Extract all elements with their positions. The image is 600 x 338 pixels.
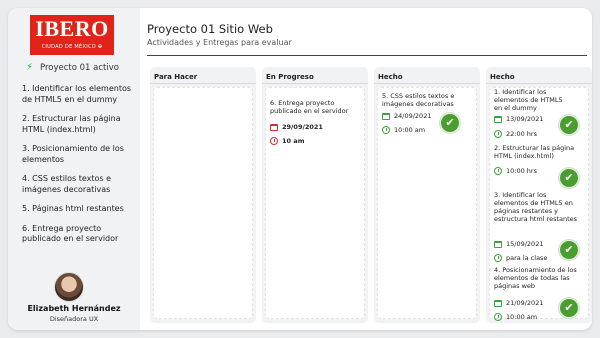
task-time-value: 10:00 hrs <box>506 167 537 175</box>
task-title[interactable]: 1. Identificar los elementos de HTML5 en… <box>494 88 564 112</box>
column-en-progreso: En Progreso 6. Entrega proyecto publicad… <box>262 67 368 323</box>
task-time: 10:00 am <box>382 126 425 134</box>
sidebar: IBERO CIUDAD DE MÉXICO ✠ ⚡ Proyecto 01 ac… <box>8 8 140 330</box>
column-title: Hecho <box>378 73 403 81</box>
app-window: IBERO CIUDAD DE MÉXICO ✠ ⚡ Proyecto 01 ac… <box>8 8 592 330</box>
task-date: 24/09/2021 <box>382 112 431 120</box>
clock-icon <box>494 130 502 138</box>
check-circle-icon[interactable]: ✔ <box>559 240 579 260</box>
calendar-icon <box>494 299 502 307</box>
task-date-value: 21/09/2021 <box>506 299 544 307</box>
task-date: 15/09/2021 <box>494 240 543 248</box>
empty-drop-zone[interactable] <box>153 87 253 319</box>
column-para-hacer: Para Hacer <box>150 67 256 323</box>
task-title: 6. Entrega proyecto publicado en el serv… <box>270 99 349 115</box>
sidebar-item-2[interactable]: 2. Estructurar las página HTML (index.ht… <box>22 114 138 135</box>
task-time: 10 am <box>270 137 304 145</box>
clock-icon <box>494 254 502 262</box>
bolt-icon: ⚡ <box>26 62 34 73</box>
task-date-value: 29/09/2021 <box>282 123 323 131</box>
calendar-icon <box>494 115 502 123</box>
sidebar-item-6[interactable]: 6. Entrega proyecto publicado en el serv… <box>22 224 138 245</box>
task-card[interactable]: 6. Entrega proyecto publicado en el serv… <box>265 87 365 319</box>
page-subtitle: Actividades y Entregas para evaluar <box>147 38 292 47</box>
active-project-label: Proyecto 01 activo <box>40 63 119 73</box>
header-divider <box>147 55 587 56</box>
page-title: Proyecto 01 Sitio Web <box>147 22 273 36</box>
task-list: 1. Identificar los elementos de HTML5 en… <box>489 87 589 321</box>
user-role: Diseñadora UX <box>49 315 99 323</box>
column-hecho: Hecho 5. CSS estilos textos e imágenes d… <box>374 67 480 323</box>
column-divider <box>486 83 592 84</box>
column-title: Hecho <box>490 73 515 81</box>
sidebar-item-3[interactable]: 3. Posicionamiento de los elementos <box>22 144 138 165</box>
sidebar-nav: 1. Identificar los elementos de HTML5 en… <box>22 84 138 254</box>
task-date: 13/09/2021 <box>494 115 543 123</box>
task-date-value: 24/09/2021 <box>394 112 432 120</box>
task-time: para la clase <box>494 254 547 262</box>
active-project[interactable]: ⚡ Proyecto 01 activo <box>26 62 119 73</box>
clock-icon <box>382 126 390 134</box>
task-time-value: 10:00 am <box>394 126 426 134</box>
calendar-icon <box>382 112 390 120</box>
task-time: 10:00 hrs <box>494 167 537 175</box>
sidebar-item-5[interactable]: 5. Páginas html restantes <box>22 204 138 215</box>
check-circle-icon[interactable]: ✔ <box>440 113 460 133</box>
sidebar-item-4[interactable]: 4. CSS estilos textos e imágenes decorat… <box>22 174 138 195</box>
logo-subtext: CIUDAD DE MÉXICO ✠ <box>41 44 103 50</box>
calendar-icon <box>494 240 502 248</box>
main-area: Proyecto 01 Sitio Web Actividades y Entr… <box>140 8 592 330</box>
task-time: 10:00 am <box>494 313 537 321</box>
sidebar-item-1[interactable]: 1. Identificar los elementos de HTML5 en… <box>22 84 138 105</box>
task-time-value: 10:00 am <box>506 313 538 321</box>
clock-icon <box>494 167 502 175</box>
task-time-value: 22:00 hrs <box>506 130 537 138</box>
check-circle-icon[interactable]: ✔ <box>559 298 579 318</box>
ibero-logo: IBERO CIUDAD DE MÉXICO ✠ <box>30 15 114 55</box>
task-time-value: para la clase <box>506 254 548 262</box>
column-title: Para Hacer <box>154 73 198 81</box>
avatar[interactable] <box>54 272 84 302</box>
task-title[interactable]: 2. Estructurar las página HTML (index.ht… <box>494 144 578 160</box>
calendar-icon <box>270 123 278 131</box>
user-name: Elizabeth Hernández <box>27 304 121 313</box>
task-title[interactable]: 4. Posicionamiento de los elementos de t… <box>494 266 582 290</box>
clock-icon <box>270 137 278 145</box>
task-card[interactable]: 5. CSS estilos textos e imágenes decorat… <box>377 87 477 319</box>
check-circle-icon[interactable]: ✔ <box>559 115 579 135</box>
task-date-value: 13/09/2021 <box>506 115 544 123</box>
check-circle-icon[interactable]: ✔ <box>559 168 579 188</box>
logo-text: IBERO <box>35 16 109 41</box>
column-hecho-2: Hecho 1. Identificar los elementos de HT… <box>486 67 592 323</box>
column-title: En Progreso <box>266 73 314 81</box>
column-divider <box>374 83 480 84</box>
task-title[interactable]: 3. Identificar los elementos de HTML5 en… <box>494 191 582 223</box>
clock-icon <box>494 313 502 321</box>
task-time-value: 10 am <box>282 137 305 145</box>
task-title: 5. CSS estilos textos e imágenes decorat… <box>382 92 455 108</box>
column-divider <box>150 83 256 84</box>
column-divider <box>262 83 368 84</box>
task-time: 22:00 hrs <box>494 130 537 138</box>
task-date-value: 15/09/2021 <box>506 240 544 248</box>
task-date: 29/09/2021 <box>270 123 323 131</box>
task-date: 21/09/2021 <box>494 299 543 307</box>
